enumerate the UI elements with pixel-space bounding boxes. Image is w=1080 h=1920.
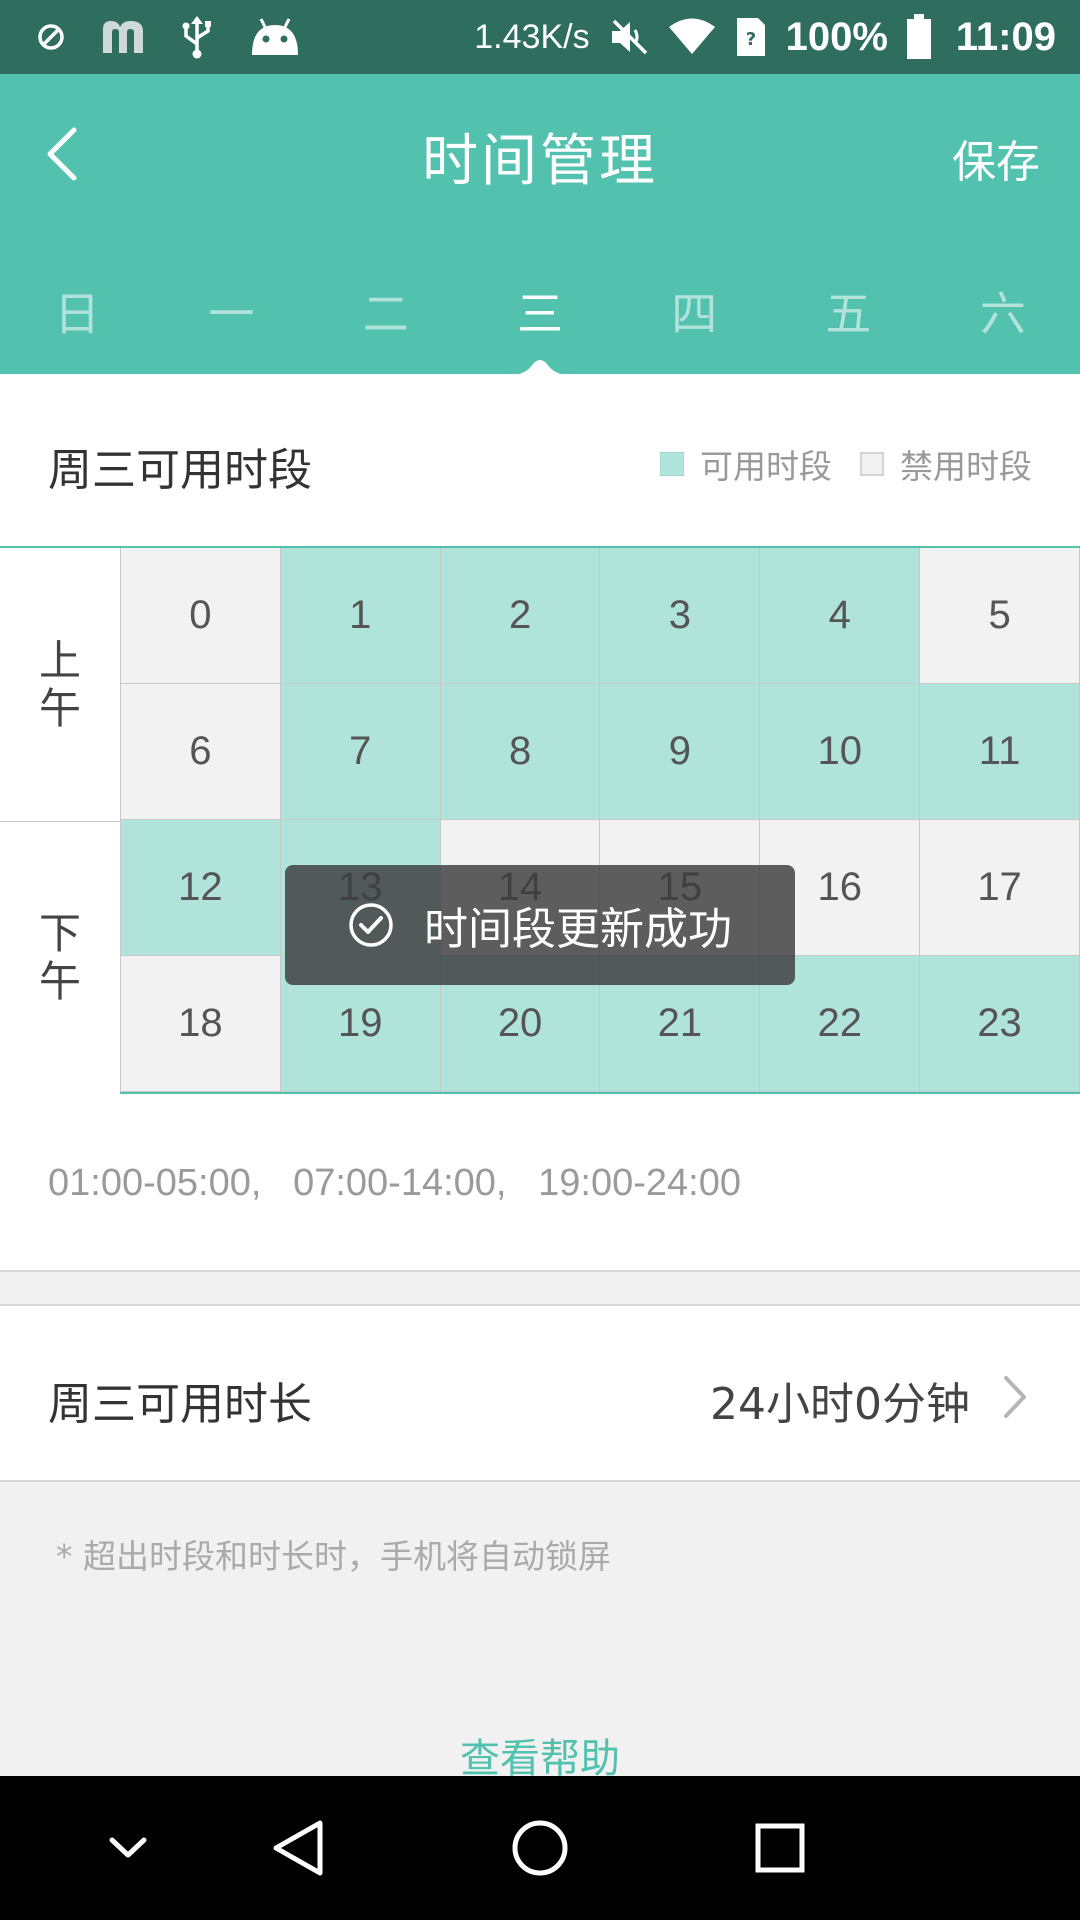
legend-disabled-label: 禁用时段 <box>900 447 1032 486</box>
hide-keyboard-button[interactable] <box>92 1812 164 1884</box>
chevron-right-icon <box>1004 1376 1026 1418</box>
hour-cell-17[interactable]: 17 <box>920 820 1080 956</box>
wifi-icon <box>668 13 716 61</box>
tab-sunday[interactable]: 日 <box>0 264 154 364</box>
hour-cell-2[interactable]: 2 <box>440 548 601 684</box>
hour-cell-11[interactable]: 11 <box>920 684 1080 820</box>
hour-cell-18[interactable]: 18 <box>121 956 281 1092</box>
battery-icon <box>906 13 932 61</box>
square-recents-icon <box>755 1823 805 1873</box>
hour-cell-9[interactable]: 9 <box>600 684 761 820</box>
hour-cell-3[interactable]: 3 <box>600 548 761 684</box>
hour-cell-4[interactable]: 4 <box>760 548 921 684</box>
hour-cell-0[interactable]: 0 <box>121 548 281 684</box>
nav-recents-button[interactable] <box>744 1812 816 1884</box>
m-app-icon <box>100 13 146 61</box>
hour-cell-12[interactable]: 12 <box>121 820 281 956</box>
nav-home-button[interactable] <box>504 1812 576 1884</box>
blocked-icon <box>36 13 66 61</box>
hour-cell-5[interactable]: 5 <box>920 548 1080 684</box>
tab-monday[interactable]: 一 <box>154 264 308 364</box>
hour-cell-7[interactable]: 7 <box>280 684 441 820</box>
network-speed: 1.43K/s <box>474 17 590 56</box>
hour-cells: 01234567891011121314151617181920212223 <box>120 548 1080 1092</box>
legend: 可用时段 禁用时段 <box>660 440 1032 488</box>
tab-thursday[interactable]: 四 <box>617 264 771 364</box>
triangle-back-icon <box>273 1820 323 1876</box>
svg-text:?: ? <box>745 29 755 50</box>
ranges-panel: 01:00-05:00, 07:00-14:00, 19:00-24:00 <box>0 1094 1080 1272</box>
circle-home-icon <box>512 1820 568 1876</box>
save-button[interactable]: 保存 <box>952 126 1040 190</box>
android-icon <box>248 13 302 61</box>
toast: 时间段更新成功 <box>285 865 795 985</box>
section-title: 周三可用时段 <box>48 445 312 496</box>
duration-value: 24小时0分钟 <box>710 1379 970 1430</box>
tab-friday[interactable]: 五 <box>771 264 925 364</box>
toast-text: 时间段更新成功 <box>424 904 732 955</box>
sim-icon: ? <box>734 13 768 61</box>
legend-available-swatch <box>660 452 684 476</box>
page-title: 时间管理 <box>422 129 658 194</box>
clock: 11:09 <box>955 14 1056 59</box>
hour-cell-6[interactable]: 6 <box>121 684 281 820</box>
lock-note: * 超出时段和时长时，手机将自动锁屏 <box>56 1537 611 1576</box>
tab-wednesday[interactable]: 三 <box>463 264 617 364</box>
duration-label: 周三可用时长 <box>48 1379 312 1430</box>
period-label-pm: 下 午 <box>0 822 120 1094</box>
day-tabs: 日 一 二 三 四 五 六 <box>0 264 1080 364</box>
battery-percent: 100% <box>785 14 888 59</box>
nav-bar <box>0 1776 1080 1920</box>
legend-available-label: 可用时段 <box>700 447 832 486</box>
period-label-am: 上 午 <box>0 548 120 822</box>
duration-row[interactable]: 周三可用时长 24小时0分钟 <box>0 1304 1080 1482</box>
available-ranges: 01:00-05:00, 07:00-14:00, 19:00-24:00 <box>48 1162 741 1204</box>
hour-cell-8[interactable]: 8 <box>440 684 601 820</box>
check-circle-icon <box>348 902 394 948</box>
header: 时间管理 保存 日 一 二 三 四 五 六 <box>0 74 1080 376</box>
mute-icon <box>608 13 650 61</box>
tab-tuesday[interactable]: 二 <box>309 264 463 364</box>
usb-icon <box>180 13 214 61</box>
section-header: 周三可用时段 可用时段 禁用时段 <box>0 374 1080 546</box>
tab-saturday[interactable]: 六 <box>926 264 1080 364</box>
hour-cell-23[interactable]: 23 <box>920 956 1080 1092</box>
hour-grid: 上 午 下 午 01234567891011121314151617181920… <box>0 546 1080 1094</box>
status-bar: 1.43K/s ? 100% 11:09 <box>0 0 1080 74</box>
nav-back-button[interactable] <box>262 1812 334 1884</box>
active-tab-indicator <box>505 360 575 376</box>
legend-disabled-swatch <box>860 452 884 476</box>
hour-cell-1[interactable]: 1 <box>280 548 441 684</box>
chevron-down-icon <box>109 1837 147 1858</box>
hour-cell-10[interactable]: 10 <box>760 684 921 820</box>
